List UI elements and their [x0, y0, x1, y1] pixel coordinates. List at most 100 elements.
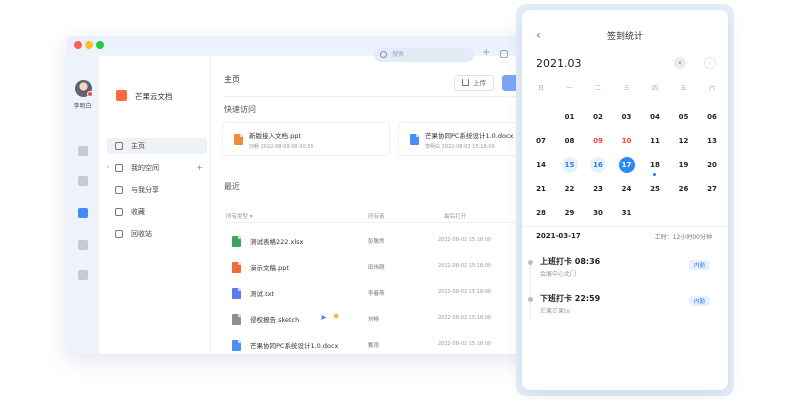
table-row[interactable]: 测试.txt 李春燕 2022-08-02 15:18:00 — [212, 280, 536, 306]
table-row[interactable]: 测试表格222.xlsx 彭敬然 2022-08-02 15:18:00 — [212, 228, 536, 254]
calendar-day-number: 04 — [650, 113, 660, 121]
icon-rail: 李明白 — [66, 56, 99, 354]
next-month-button[interactable]: › — [704, 57, 716, 69]
weekday-label: 一 — [566, 85, 573, 92]
prev-month-button[interactable]: ‹ — [674, 57, 686, 69]
event-dot — [653, 173, 656, 176]
calendar-day-number: 25 — [650, 185, 660, 193]
calendar-day-number: 09 — [593, 137, 603, 145]
calendar-day[interactable]: 29 — [555, 204, 585, 222]
calendar-day[interactable]: 07 — [526, 132, 556, 150]
table-row[interactable]: 芒果协同PC系统设计1.0.docx 戴雨 2022-08-02 15:18:0… — [212, 332, 536, 354]
calendar-day[interactable]: 17 — [612, 156, 642, 174]
divider — [224, 96, 524, 97]
app-logo-icon — [116, 90, 127, 101]
calendar-day[interactable]: 09 — [583, 132, 613, 150]
divider — [522, 226, 728, 227]
calendar-day[interactable]: 23 — [583, 180, 613, 198]
status-badge: 内勤 — [688, 260, 710, 270]
upload-button[interactable]: 上传 — [454, 75, 494, 91]
apps-icon[interactable] — [78, 240, 88, 250]
calendar-day[interactable]: 15 — [555, 156, 585, 174]
calendar-day[interactable]: 16 — [583, 156, 613, 174]
calendar-day-number: 11 — [650, 137, 660, 145]
sidebar-item-my-space[interactable]: › 我的空间 + — [107, 160, 207, 176]
sidebar-item-favorites[interactable]: 收藏 — [107, 204, 207, 220]
calendar-day-number: 18 — [650, 161, 660, 169]
calendar-day-number: 28 — [536, 209, 546, 217]
calendar-day[interactable]: 27 — [697, 180, 727, 198]
contacts-icon[interactable] — [78, 270, 88, 280]
minimize-window-button[interactable] — [85, 41, 93, 49]
calendar-day-number: 14 — [536, 161, 546, 169]
table-row[interactable]: 演示文稿.ppt 田伟刚 2022-08-02 15:18:00 — [212, 254, 536, 280]
sidebar-item-home[interactable]: 主页 — [107, 138, 207, 154]
calendar-day[interactable]: 11 — [640, 132, 670, 150]
calendar-day[interactable]: 20 — [697, 156, 727, 174]
calendar-day[interactable]: 04 — [640, 108, 670, 126]
close-window-button[interactable] — [74, 41, 82, 49]
calendar-day[interactable]: 18 — [640, 156, 670, 176]
calendar-day-number: 31 — [621, 209, 632, 217]
docs-icon[interactable] — [78, 208, 88, 218]
page-title: 主页 — [224, 75, 240, 84]
calendar-day-number: 02 — [593, 113, 603, 121]
main-content: 主页 上传 快速访问 新版接入文档.ppt 刘畅 2022-08-09 08:3… — [212, 56, 536, 354]
chevron-right-icon[interactable]: › — [107, 160, 109, 176]
quick-card[interactable]: 新版接入文档.ppt 刘畅 2022-08-09 08:30:55 — [222, 122, 390, 156]
calendar-day[interactable]: 22 — [555, 180, 585, 198]
app-title: 芒果云文档 — [135, 92, 173, 101]
calendar-day[interactable]: 31 — [612, 204, 642, 222]
column-last-opened: 最后打开 — [444, 214, 467, 220]
calendar-day[interactable]: 10 — [612, 132, 642, 150]
calendar-day[interactable]: 02 — [583, 108, 613, 126]
table-row[interactable]: 侵权报告.sketch ➤ ★ 刘畅 2022-08-02 15:18:00 — [212, 306, 536, 332]
quick-card-meta: 刘畅 2022-08-09 08:30:55 — [249, 144, 314, 150]
calendar-day-number: 26 — [678, 185, 689, 193]
calendar-day-number: 17 — [618, 157, 635, 173]
calendar-day-number: 12 — [678, 137, 689, 145]
calendar-day[interactable]: 28 — [526, 204, 556, 222]
calendar-day-number: 05 — [678, 113, 689, 121]
sidebar-item-shared[interactable]: 与我分享 — [107, 182, 207, 198]
file-date: 2022-08-02 15:18:00 — [438, 289, 492, 295]
calendar-day[interactable]: 12 — [669, 132, 699, 150]
star-icon — [115, 208, 123, 216]
share-icon — [115, 186, 123, 194]
file-owner: 彭敬然 — [368, 239, 385, 245]
star-icon[interactable]: ★ — [332, 312, 340, 322]
sidebar-item-trash[interactable]: 回收站 — [107, 226, 207, 242]
calendar-day[interactable]: 08 — [555, 132, 585, 150]
maximize-window-button[interactable] — [96, 41, 104, 49]
file-owner: 戴雨 — [368, 343, 380, 349]
weekday-label: 五 — [680, 85, 687, 92]
calendar-day[interactable]: 25 — [640, 180, 670, 198]
calendar-day[interactable]: 05 — [669, 108, 699, 126]
calendar-day-number: 15 — [561, 157, 578, 173]
file-name: 芒果协同PC系统设计1.0.docx — [250, 342, 339, 350]
calendar-day[interactable]: 26 — [669, 180, 699, 198]
status-badge: 内勤 — [688, 296, 710, 306]
send-icon[interactable]: ➤ — [320, 313, 327, 322]
calendar-day[interactable]: 24 — [612, 180, 642, 198]
work-hours: 工时：12小时00分钟 — [654, 234, 712, 241]
stage: 搜索 + 李明白 芒果云文档 主页 › 我的空间 + 与我分享 收藏 回收站 主… — [0, 0, 800, 400]
file-name: 演示文稿.ppt — [250, 264, 289, 272]
txt-file-icon — [232, 288, 241, 299]
xlsx-file-icon — [232, 236, 241, 247]
calendar-day[interactable]: 14 — [526, 156, 556, 174]
add-folder-icon[interactable]: + — [196, 160, 203, 176]
calendar-day[interactable]: 19 — [669, 156, 699, 174]
chat-icon[interactable] — [78, 146, 88, 156]
calendar-day[interactable]: 01 — [555, 108, 585, 126]
calendar-day[interactable]: 30 — [583, 204, 613, 222]
book-icon[interactable] — [78, 176, 88, 186]
filter-type-dropdown[interactable]: 所有类型 ▾ — [226, 212, 253, 220]
calendar-day[interactable]: 06 — [697, 108, 727, 126]
calendar-day[interactable]: 13 — [697, 132, 727, 150]
calendar-day[interactable]: 21 — [526, 180, 556, 198]
ppt-file-icon — [232, 262, 241, 273]
calendar-day[interactable]: 03 — [612, 108, 642, 126]
quick-card-name: 芒果协同PC系统设计1.0.docx — [425, 132, 514, 140]
file-owner: 刘畅 — [368, 317, 380, 323]
